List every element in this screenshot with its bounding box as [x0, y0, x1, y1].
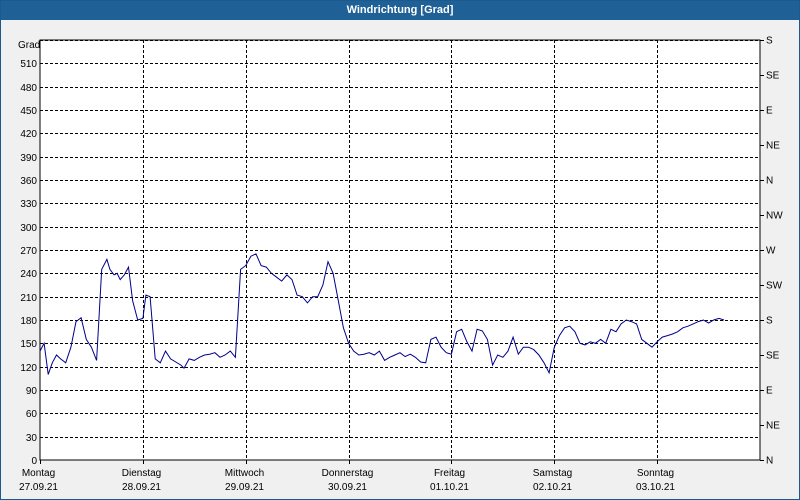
wind-direction-chart: 0 30 60 90 120 150 180 210 240 270 300 330 360 390 420… — [18, 36, 783, 494]
y-tick-label: 60 — [26, 409, 38, 420]
right-tick-label: SE — [766, 351, 780, 362]
y-tick-label: 330 — [20, 199, 37, 210]
right-tick-label: NE — [766, 421, 780, 432]
right-tick-label: S — [766, 36, 773, 47]
right-tick-label: W — [766, 246, 776, 257]
x-tick-day-label: Dienstag — [122, 468, 161, 479]
y-tick-label: 360 — [20, 176, 37, 187]
x-tick-date-label: 03.10.21 — [636, 482, 675, 493]
right-tick-label: SW — [766, 281, 783, 292]
x-tick-date-label: 30.09.21 — [328, 482, 367, 493]
y-tick-label: 480 — [20, 83, 37, 94]
y-axis-unit-label: Grad — [18, 40, 40, 51]
y-tick-label: 510 — [20, 59, 37, 70]
y-tick-label: 180 — [20, 316, 37, 327]
y-tick-label: 240 — [20, 269, 37, 280]
right-tick-label: SE — [766, 71, 780, 82]
y-tick-label: 210 — [20, 293, 37, 304]
x-tick-date-label: 29.09.21 — [225, 482, 264, 493]
right-tick-label: E — [766, 106, 773, 117]
right-tick-label: E — [766, 386, 773, 397]
x-tick-day-label: Mittwoch — [225, 468, 264, 479]
x-axis: Montag 27.09.21 Dienstag 28.09.21 Mittwoch 29… — [19, 460, 675, 493]
x-tick-date-label: 27.09.21 — [19, 482, 58, 493]
right-tick-label: NE — [766, 141, 780, 152]
y-tick-label: 120 — [20, 363, 37, 374]
y-tick-label: 390 — [20, 153, 37, 164]
right-tick-label: NW — [766, 211, 783, 222]
x-tick-day-label: Donnerstag — [322, 468, 374, 479]
right-tick-label: N — [766, 456, 773, 467]
x-tick-day-label: Montag — [22, 468, 55, 479]
y-tick-label: 0 — [31, 456, 37, 467]
y-tick-label: 270 — [20, 246, 37, 257]
x-tick-date-label: 02.10.21 — [533, 482, 572, 493]
y-tick-label: 450 — [20, 106, 37, 117]
y-tick-label: 30 — [26, 433, 38, 444]
y-tick-label: 90 — [26, 386, 38, 397]
y-axis-left: 0 30 60 90 120 150 180 210 240 270 300 330 360 390 420… — [20, 59, 37, 467]
x-tick-date-label: 01.10.21 — [430, 482, 469, 493]
y-axis-right: N NE E SE S SW W NW N NE E SE S — [760, 36, 783, 467]
right-tick-label: S — [766, 316, 773, 327]
y-tick-label: 150 — [20, 339, 37, 350]
x-tick-day-label: Sonntag — [637, 468, 674, 479]
x-tick-day-label: Freitag — [434, 468, 465, 479]
x-tick-date-label: 28.09.21 — [122, 482, 161, 493]
y-tick-label: 420 — [20, 129, 37, 140]
right-tick-label: N — [766, 176, 773, 187]
y-tick-label: 300 — [20, 223, 37, 234]
x-tick-day-label: Samstag — [533, 468, 572, 479]
